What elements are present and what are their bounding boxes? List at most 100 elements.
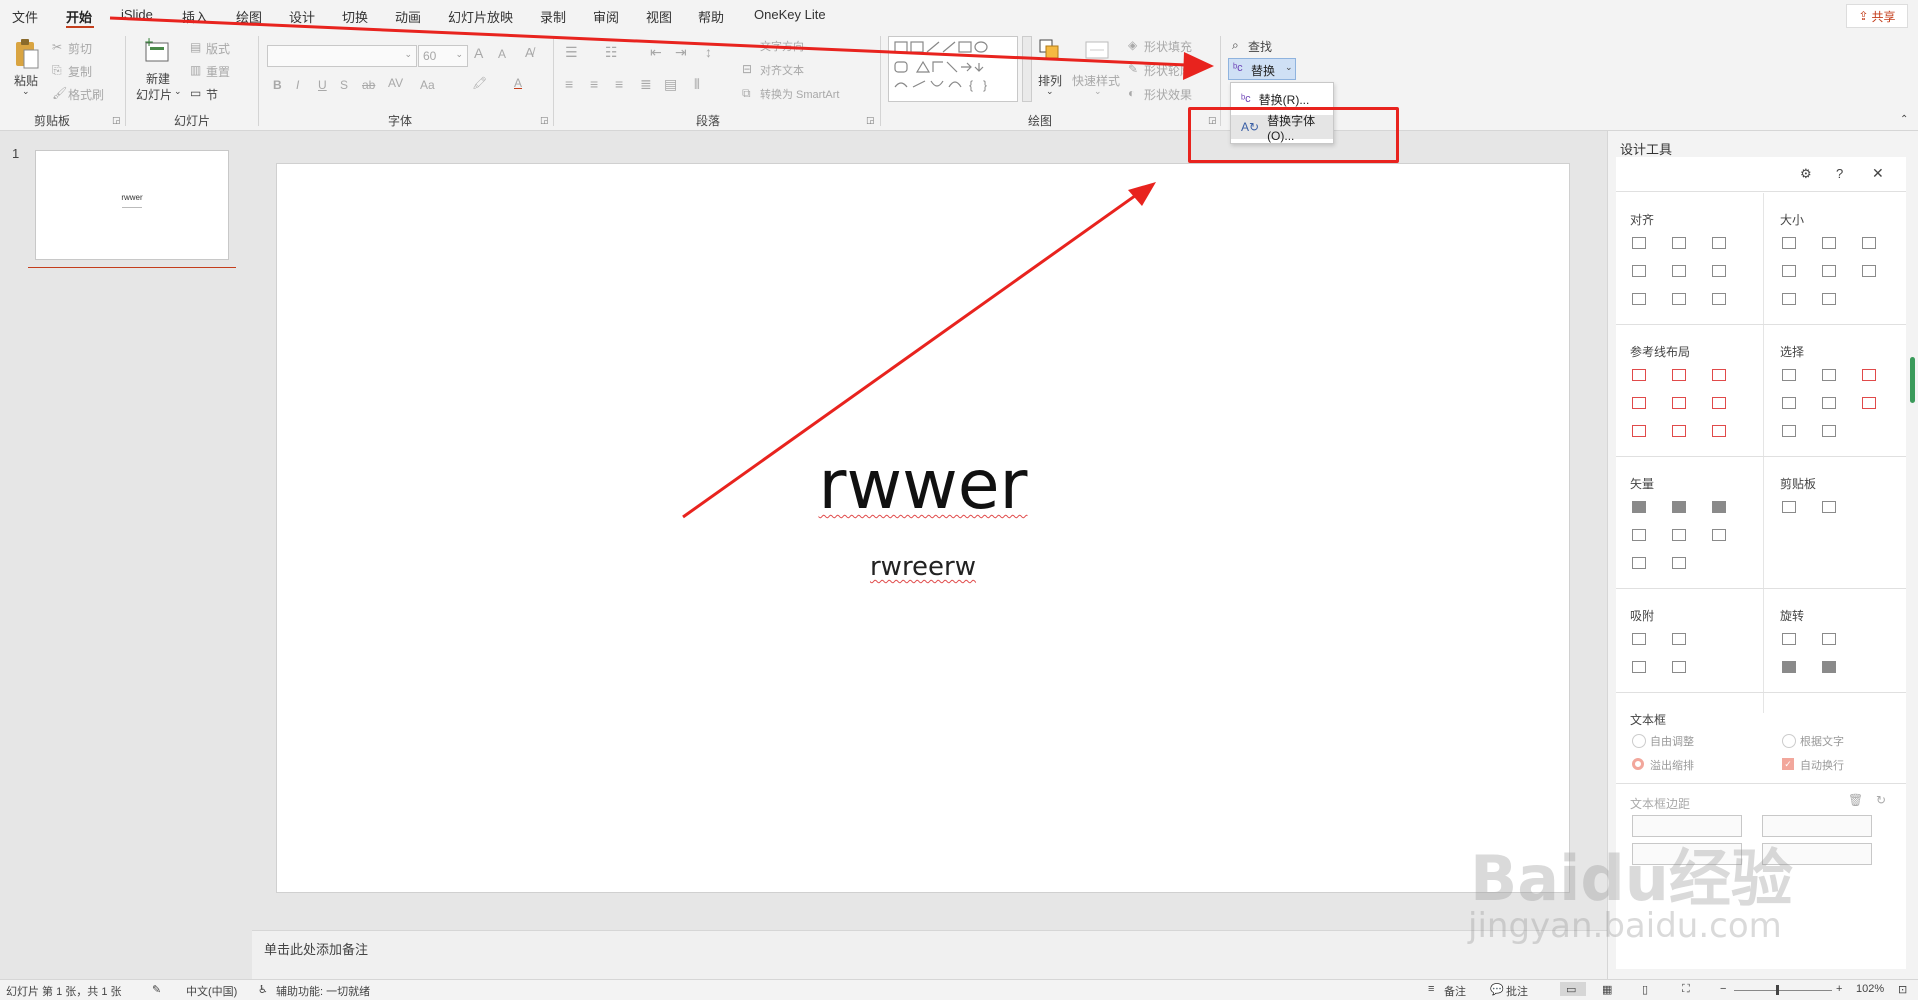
align-slide-icon[interactable]: [1712, 293, 1726, 305]
tab-file[interactable]: 文件: [12, 7, 38, 26]
zoom-slider-thumb[interactable]: [1776, 985, 1779, 995]
arrange-dropdown-icon[interactable]: ⌄: [1046, 86, 1054, 97]
flip-vertical-icon[interactable]: [1822, 661, 1836, 673]
delete-icon[interactable]: 🗑: [1848, 793, 1863, 807]
highlight-color-icon[interactable]: 🖍: [472, 76, 487, 90]
spellcheck-icon[interactable]: ✎: [152, 983, 161, 996]
close-icon[interactable]: ✕: [1872, 165, 1884, 182]
shape-convert-icon[interactable]: [1672, 557, 1686, 569]
tab-draw[interactable]: 绘图: [236, 7, 262, 26]
layout-button[interactable]: 版式: [206, 40, 230, 57]
cut-button[interactable]: 剪切: [68, 40, 92, 57]
combine-icon[interactable]: [1672, 501, 1686, 513]
tab-design[interactable]: 设计: [289, 7, 315, 26]
fit-text-radio[interactable]: [1782, 734, 1796, 748]
section-button[interactable]: 节: [206, 86, 218, 103]
paste-button[interactable]: [12, 38, 42, 70]
comments-toggle-button[interactable]: 批注: [1506, 983, 1528, 999]
new-slide-dropdown-icon[interactable]: ⌄: [174, 86, 182, 97]
language-indicator[interactable]: 中文(中国): [186, 983, 237, 999]
tab-view[interactable]: 视图: [646, 7, 672, 26]
justify-icon[interactable]: ≣: [640, 76, 652, 93]
same-width-icon[interactable]: [1782, 237, 1796, 249]
rotate-left-icon[interactable]: [1782, 633, 1796, 645]
distributed-icon[interactable]: ▤: [664, 76, 677, 93]
slide-title[interactable]: rwwer: [277, 446, 1569, 525]
reset-button[interactable]: 重置: [206, 63, 230, 80]
tab-record[interactable]: 录制: [540, 7, 566, 26]
align-left-icon[interactable]: [1632, 237, 1646, 249]
select-invert-icon[interactable]: [1862, 369, 1876, 381]
select-group-icon[interactable]: [1822, 425, 1836, 437]
convert-smartart-button[interactable]: 转换为 SmartArt: [760, 86, 839, 102]
distribute-h-icon[interactable]: [1632, 293, 1646, 305]
union-icon[interactable]: [1632, 501, 1646, 513]
align-center-icon[interactable]: ≡: [590, 76, 598, 92]
guide-middle-icon[interactable]: [1672, 397, 1686, 409]
auto-wrap-checkbox[interactable]: ✓: [1782, 758, 1794, 770]
tab-transitions[interactable]: 切换: [342, 7, 368, 26]
fit-slide-icon[interactable]: ⊡: [1898, 983, 1907, 996]
settings-icon[interactable]: ⚙: [1800, 166, 1812, 182]
char-spacing-button[interactable]: AV: [388, 76, 403, 90]
notes-area[interactable]: 单击此处添加备注: [252, 930, 1607, 980]
guide-bottom-icon[interactable]: [1712, 397, 1726, 409]
snap-left-icon[interactable]: [1632, 633, 1646, 645]
rotate-right-icon[interactable]: [1822, 633, 1836, 645]
tab-review[interactable]: 审阅: [593, 7, 619, 26]
zoom-out-icon[interactable]: −: [1720, 983, 1726, 995]
change-case-button[interactable]: Aa: [420, 78, 435, 92]
decrease-indent-icon[interactable]: ⇤: [650, 44, 662, 61]
align-top-icon[interactable]: [1632, 265, 1646, 277]
copy-style-icon[interactable]: [1782, 501, 1796, 513]
stretch-right-icon[interactable]: [1822, 265, 1836, 277]
guide-center-icon[interactable]: [1672, 369, 1686, 381]
same-size-icon[interactable]: [1862, 237, 1876, 249]
italic-button[interactable]: I: [296, 78, 299, 92]
align-middle-icon[interactable]: [1672, 265, 1686, 277]
tab-islide[interactable]: iSlide: [121, 7, 153, 22]
swap-size-icon[interactable]: [1862, 265, 1876, 277]
flip-horizontal-icon[interactable]: [1782, 661, 1796, 673]
select-pointer-icon[interactable]: [1862, 397, 1876, 409]
quick-styles-button[interactable]: [1082, 36, 1112, 66]
shrink-font-button[interactable]: A: [498, 47, 506, 61]
shape-outline-button[interactable]: 形状轮廓: [1144, 62, 1192, 79]
notes-toggle-button[interactable]: 备注: [1444, 983, 1466, 999]
reading-view-icon[interactable]: ▯: [1642, 983, 1648, 996]
slide-subtitle[interactable]: rwreerw: [277, 552, 1569, 582]
tab-insert[interactable]: 插入: [182, 7, 208, 26]
shapes-gallery[interactable]: {}: [888, 36, 1018, 102]
text-to-shape-icon[interactable]: [1632, 557, 1646, 569]
tab-onekey[interactable]: OneKey Lite: [754, 7, 826, 22]
guide-left-icon[interactable]: [1632, 369, 1646, 381]
font-color-icon[interactable]: A: [514, 76, 522, 90]
bold-button[interactable]: B: [273, 78, 282, 92]
align-left-icon[interactable]: ≡: [565, 76, 573, 92]
shadow-button[interactable]: S: [340, 78, 348, 92]
text-direction-button[interactable]: 文字方向: [760, 38, 804, 54]
stretch-top-icon[interactable]: [1782, 293, 1796, 305]
same-height-icon[interactable]: [1822, 237, 1836, 249]
line-spacing-icon[interactable]: ↕: [705, 44, 712, 60]
slide-sorter-icon[interactable]: ▦: [1602, 983, 1612, 996]
tab-slideshow[interactable]: 幻灯片放映: [448, 7, 513, 26]
clear-format-icon[interactable]: A̸: [525, 45, 534, 60]
design-pane-scrollbar[interactable]: [1910, 357, 1915, 403]
shape-effects-button[interactable]: 形状效果: [1144, 86, 1192, 103]
new-slide-button[interactable]: +: [142, 35, 172, 66]
paragraph-launcher-icon[interactable]: ◲: [866, 115, 875, 126]
copy-button[interactable]: 复制: [68, 63, 92, 80]
tab-home[interactable]: 开始: [66, 7, 92, 26]
align-text-button[interactable]: 对齐文本: [760, 62, 804, 78]
accessibility-status[interactable]: 辅助功能: 一切就绪: [276, 983, 370, 999]
intersect-icon[interactable]: [1632, 529, 1646, 541]
slideshow-icon[interactable]: ⛶: [1682, 983, 1690, 996]
subtract-icon[interactable]: [1672, 529, 1686, 541]
font-size-select[interactable]: 60 ⌄: [418, 45, 468, 67]
snap-right-icon[interactable]: [1672, 633, 1686, 645]
underline-button[interactable]: U: [318, 78, 327, 92]
refresh-icon[interactable]: ↻: [1876, 793, 1886, 807]
select-top-icon[interactable]: [1782, 397, 1796, 409]
guide-right-icon[interactable]: [1712, 369, 1726, 381]
